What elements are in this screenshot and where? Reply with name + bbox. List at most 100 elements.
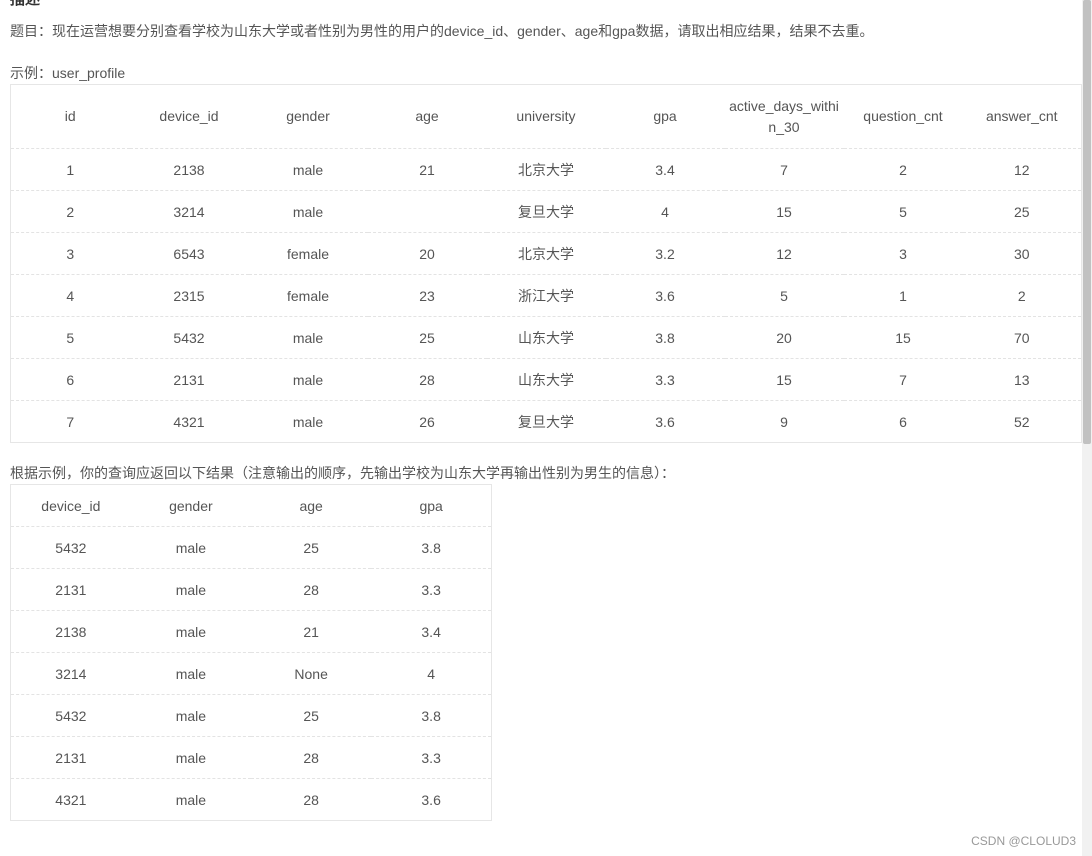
table-cell: male [130,736,251,779]
table-row: 6 2131 male 28 山东大学 3.3 15 7 13 [10,358,1082,401]
table-cell: 28 [251,568,372,611]
table-cell: 4321 [173,413,205,430]
table-cell: 北京大学 [486,148,606,191]
table-cell: 28 [251,736,372,779]
table-cell: male [130,610,251,653]
table-cell: male [248,190,368,233]
table-cell: 28 [367,358,487,401]
table-cell: 20 [724,316,844,359]
table-cell: 2 [843,148,963,191]
table-cell: 山东大学 [486,358,606,401]
table-cell: male [292,413,324,430]
table-cell: 3.8 [371,526,492,569]
table-cell: 4321 [55,791,87,808]
table-cell: male [248,358,368,401]
table-cell: 6 [899,413,907,430]
header-age: age [367,84,487,149]
table-cell: male [130,652,251,695]
table-row: 3 6543 female 20 北京大学 3.2 12 3 30 [10,232,1082,275]
header-active-days-line1: active_days_withi [729,97,839,114]
table-cell: 5 [843,190,963,233]
header-device-id: device_id [10,484,131,527]
table-cell: male [130,694,251,737]
table-cell: 30 [962,232,1082,275]
table-cell: 5432 [10,526,131,569]
header-university: university [486,84,606,149]
header-active-days-line2: n_30 [768,118,800,135]
table-cell: 12 [962,148,1082,191]
table-cell: 2131 [10,568,131,611]
table-cell: 15 [724,190,844,233]
table-cell: 15 [724,358,844,401]
table-row: 5432 male 25 3.8 [10,526,492,569]
header-gender: gender [130,484,251,527]
table-cell: 2 [10,190,130,233]
watermark: CSDN @CLOLUD3 [971,834,1076,848]
table-cell: 2138 [10,610,131,653]
table-cell: 3.6 [655,413,675,430]
table-cell: 3.4 [605,148,725,191]
table-row: 7 4321 male 26 复旦大学 3.6 9 6 52 [11,401,1082,443]
problem-description: 题目：现在运营想要分别查看学校为山东大学或者性别为男性的用户的device_id… [10,23,874,39]
table-cell: 7 [724,148,844,191]
table-cell: 3.6 [421,791,441,808]
table-cell: 52 [1013,413,1030,430]
table-cell: 28 [303,791,319,808]
table-cell: 4 [10,274,130,317]
header-gender: gender [248,84,368,149]
table-cell: female [248,274,368,317]
table-cell: 2 [962,274,1082,317]
table-cell: 浙江大学 [486,274,606,317]
header-gpa: gpa [605,84,725,149]
table-cell: 26 [419,413,435,430]
table-row: 2131 male 28 3.3 [10,736,492,779]
table-cell: 3 [843,232,963,275]
user-profile-table: id device_id gender age university gpa a… [10,84,1082,443]
vertical-scrollbar[interactable] [1082,0,1092,856]
header-age: age [251,484,372,527]
table-row: 2 3214 male 复旦大学 4 15 5 25 [10,190,1082,233]
table-cell: 3.4 [371,610,492,653]
table-cell: 2138 [129,148,249,191]
table-cell: 6 [10,358,130,401]
table-cell: 3 [10,232,130,275]
table-cell: 北京大学 [486,232,606,275]
table-cell: 1 [10,148,130,191]
table-row: 5432 male 25 3.8 [10,694,492,737]
table-cell [367,190,487,233]
table-row: 1 2138 male 21 北京大学 3.4 7 2 12 [10,148,1082,191]
table-cell: male [130,526,251,569]
table-cell: 4 [605,190,725,233]
table-cell: 3.8 [371,694,492,737]
result-table: device_id gender age gpa 5432 male 25 3.8 21… [10,484,492,821]
table-cell: 9 [780,413,788,430]
table-cell: 25 [251,526,372,569]
table-cell: male [130,568,251,611]
table-cell: 21 [367,148,487,191]
table-cell: 3.6 [605,274,725,317]
table-header-row: device_id gender age gpa [10,484,492,527]
table-cell: 12 [724,232,844,275]
table-cell: 3.8 [605,316,725,359]
table-row: 4 2315 female 23 浙江大学 3.6 5 1 2 [10,274,1082,317]
header-id: id [10,84,130,149]
table-cell: 2131 [129,358,249,401]
table-cell: 3.3 [605,358,725,401]
example-label: 示例：user_profile [10,65,126,81]
table-cell: 3.3 [371,568,492,611]
table-cell: 3214 [10,652,131,695]
table-cell: 20 [367,232,487,275]
table-cell: 25 [251,694,372,737]
table-cell: 7 [66,413,75,430]
table-cell: 2315 [129,274,249,317]
header-device-id: device_id [129,84,249,149]
table-cell: male [248,316,368,359]
scrollbar-thumb[interactable] [1083,0,1091,444]
table-cell: 4 [371,652,492,695]
header-question-cnt: question_cnt [843,84,963,149]
table-row: 5 5432 male 25 山东大学 3.8 20 15 70 [10,316,1082,359]
table-row: 2138 male 21 3.4 [10,610,492,653]
table-row: 2131 male 28 3.3 [10,568,492,611]
table-cell: 23 [367,274,487,317]
table-cell: male [248,148,368,191]
